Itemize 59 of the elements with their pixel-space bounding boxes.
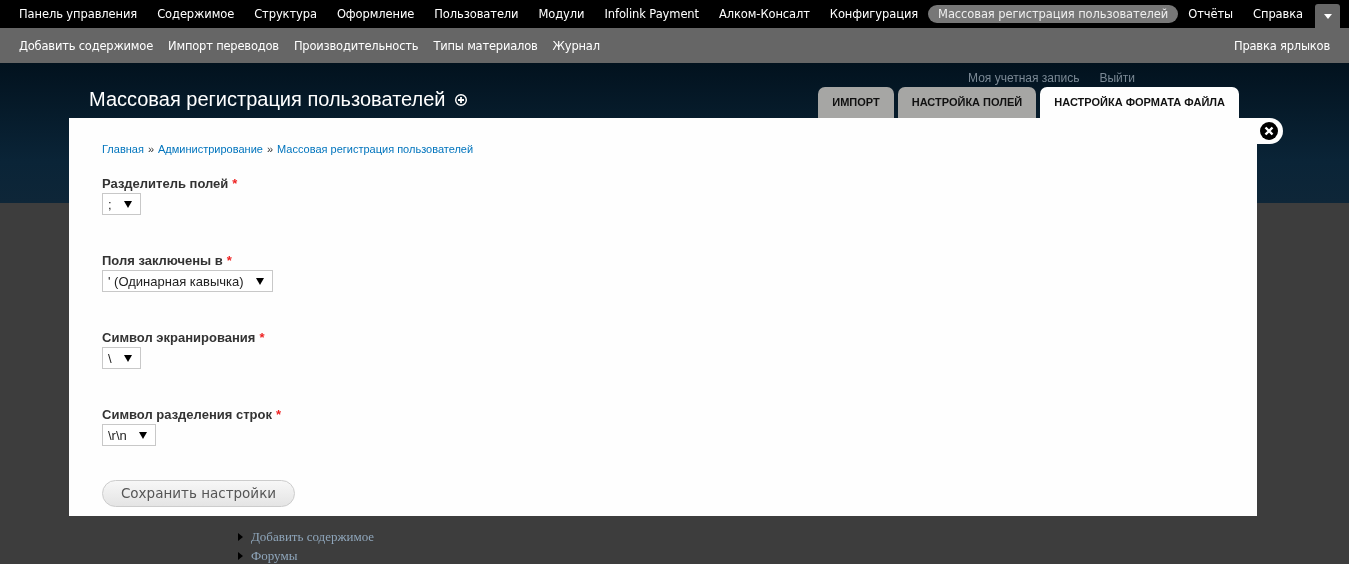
- close-icon[interactable]: [1260, 122, 1278, 140]
- required-mark: *: [232, 176, 238, 191]
- toolbar-item[interactable]: Infolink Payment: [594, 5, 709, 23]
- toolbar-toggle-button[interactable]: [1315, 4, 1340, 28]
- required-mark: *: [226, 253, 232, 268]
- shortcut-link[interactable]: Журнал: [552, 38, 600, 53]
- breadcrumb-link[interactable]: Администрирование: [158, 143, 263, 155]
- select-field[interactable]: ;: [102, 193, 141, 215]
- select-value: \: [108, 350, 112, 366]
- breadcrumb-link[interactable]: Главная: [102, 143, 144, 155]
- user-link[interactable]: Моя учетная запись: [968, 71, 1080, 85]
- breadcrumb-separator: »: [266, 143, 274, 155]
- caret-icon: [138, 431, 147, 439]
- toolbar-item[interactable]: Панель управления: [9, 5, 148, 23]
- toolbar-item[interactable]: Массовая регистрация пользователей: [928, 5, 1179, 23]
- caret-icon: [123, 354, 132, 362]
- bullet-icon: [238, 552, 243, 560]
- toolbar-item[interactable]: Структура: [244, 5, 327, 23]
- toolbar-item[interactable]: Модули: [528, 5, 595, 23]
- tab[interactable]: НАСТРОЙКА ФОРМАТА ФАЙЛА: [1040, 87, 1239, 118]
- toolbar-item[interactable]: Пользователи: [424, 5, 529, 23]
- breadcrumb-link[interactable]: Массовая регистрация пользователей: [277, 143, 474, 155]
- user-link[interactable]: Выйти: [1099, 71, 1135, 85]
- breadcrumb-separator: »: [147, 143, 154, 155]
- save-button[interactable]: Сохранить настройки: [102, 479, 295, 507]
- edit-shortcuts-link[interactable]: Правка ярлыков: [1233, 38, 1330, 53]
- field-label: Разделитель полей: [102, 176, 229, 191]
- toolbar-item[interactable]: Конфигурация: [819, 5, 929, 23]
- shortcut-link[interactable]: Добавить содержимое: [19, 38, 154, 53]
- tab[interactable]: НАСТРОЙКА ПОЛЕЙ: [897, 87, 1037, 118]
- select-field[interactable]: ' (Одинарная кавычка): [102, 270, 273, 292]
- select-value: ' (Одинарная кавычка): [108, 273, 244, 289]
- page-title: Массовая регистрация пользователей: [89, 88, 446, 111]
- menu-link[interactable]: Добавить содержимое: [251, 529, 375, 545]
- tab[interactable]: ИМПОРТ: [818, 87, 894, 118]
- shortcut-link[interactable]: Производительность: [293, 38, 419, 53]
- select-value: \r\n: [108, 427, 127, 443]
- select-value: ;: [108, 196, 112, 212]
- menu-link[interactable]: Форумы: [251, 548, 298, 564]
- bullet-icon: [238, 533, 243, 541]
- toolbar-item[interactable]: Оформление: [326, 5, 425, 23]
- select-field[interactable]: \: [102, 347, 141, 369]
- toolbar-item[interactable]: Алком-Консалт: [708, 5, 820, 23]
- required-mark: *: [259, 330, 265, 345]
- toolbar-item[interactable]: Содержимое: [147, 5, 245, 23]
- caret-icon: [1323, 13, 1332, 19]
- add-shortcut-icon[interactable]: [454, 93, 467, 106]
- select-field[interactable]: \r\n: [102, 424, 156, 446]
- field-label: Символ экранирования: [102, 330, 256, 345]
- toolbar-item[interactable]: Справка: [1243, 5, 1313, 23]
- required-mark: *: [275, 407, 281, 422]
- shortcut-link[interactable]: Импорт переводов: [168, 38, 279, 53]
- shortcut-link[interactable]: Типы материалов: [433, 38, 538, 53]
- field-label: Поля заключены в: [102, 253, 223, 268]
- field-label: Символ разделения строк: [102, 407, 272, 422]
- close-button[interactable]: [1257, 118, 1283, 144]
- caret-icon: [123, 200, 132, 208]
- toolbar-item[interactable]: Отчёты: [1178, 5, 1244, 23]
- caret-icon: [255, 277, 264, 285]
